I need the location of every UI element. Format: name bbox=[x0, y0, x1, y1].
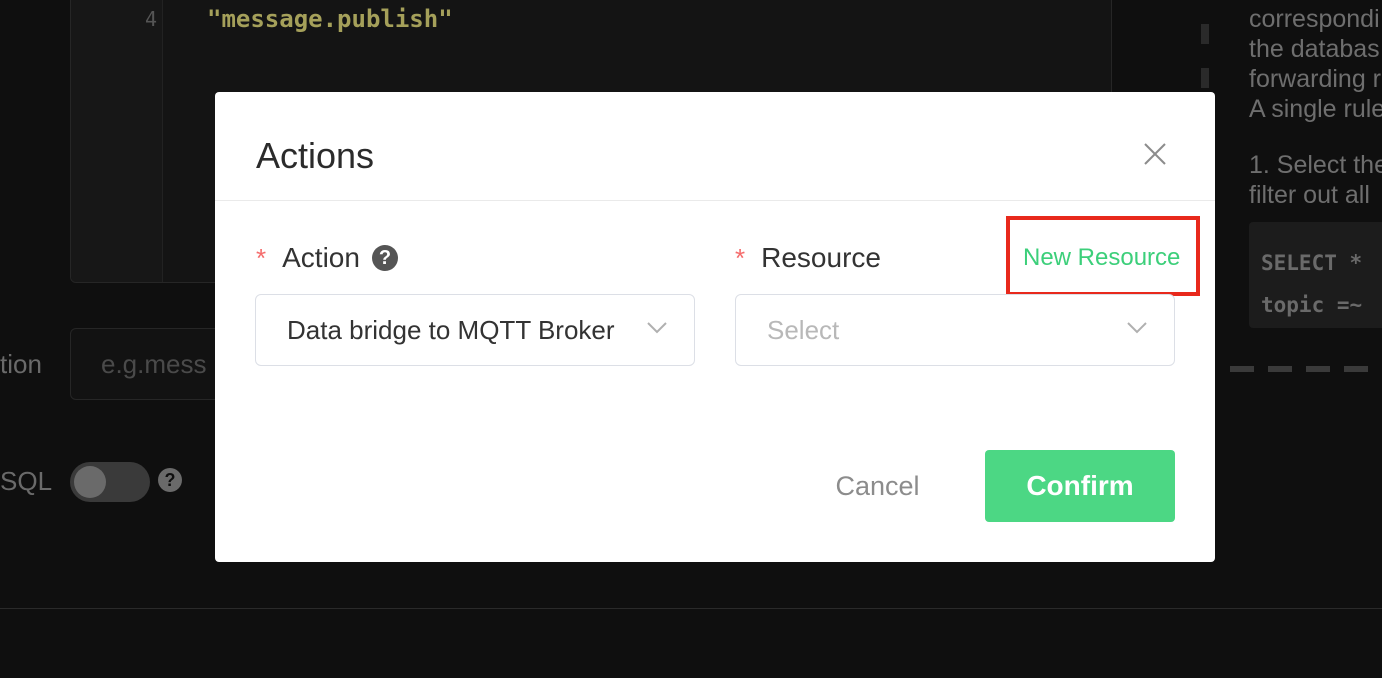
close-icon[interactable] bbox=[1141, 140, 1169, 168]
code-line-text: "message.publish" bbox=[207, 5, 453, 33]
chevron-down-icon bbox=[1127, 322, 1147, 334]
help-line: filter out all bbox=[1249, 181, 1370, 209]
dialog-title: Actions bbox=[256, 135, 375, 176]
help-line: correspondi bbox=[1249, 5, 1380, 33]
sql-toggle bbox=[70, 462, 150, 502]
required-mark: * bbox=[735, 243, 746, 273]
action-field-label: * Action ? bbox=[256, 242, 398, 274]
resource-select[interactable]: Select bbox=[735, 294, 1175, 366]
help-line: forwarding r bbox=[1249, 65, 1381, 93]
help-line: 1. Select the bbox=[1249, 151, 1382, 179]
highlight-annotation-box bbox=[1006, 216, 1200, 296]
footer-divider bbox=[0, 608, 1382, 609]
code-block-line: SELECT * bbox=[1261, 251, 1363, 275]
scroll-mark bbox=[1201, 24, 1209, 44]
code-line-number: 4 bbox=[144, 7, 157, 31]
code-block-line: topic =~ bbox=[1261, 293, 1363, 317]
resource-select-placeholder: Select bbox=[767, 314, 840, 345]
scroll-mark bbox=[1201, 68, 1209, 88]
cancel-button[interactable]: Cancel bbox=[805, 450, 950, 522]
dialog-header: Actions bbox=[215, 92, 1215, 201]
code-gutter bbox=[71, 0, 163, 282]
action-select[interactable]: Data bridge to MQTT Broker bbox=[255, 294, 695, 366]
help-line: A single rule bbox=[1249, 95, 1382, 123]
required-mark: * bbox=[256, 243, 267, 273]
question-icon[interactable]: ? bbox=[371, 245, 398, 271]
close-icon-svg bbox=[1144, 143, 1166, 165]
help-line bbox=[1249, 124, 1382, 150]
confirm-button[interactable]: Confirm bbox=[985, 450, 1175, 522]
sql-label: SQL bbox=[0, 466, 53, 496]
actions-dialog: Actions * Action ? Data bridge to MQTT B… bbox=[215, 92, 1215, 562]
resource-field-label: * Resource bbox=[735, 242, 881, 274]
toggle-knob bbox=[74, 466, 106, 498]
chevron-down-icon bbox=[647, 322, 667, 334]
action-label-text: Action bbox=[282, 242, 360, 273]
question-icon: ? bbox=[158, 468, 182, 492]
resource-label-text: Resource bbox=[761, 242, 881, 273]
dashed-divider bbox=[1230, 366, 1382, 372]
help-line: the databas bbox=[1249, 35, 1380, 63]
help-text: correspondi the databas forwarding r A s… bbox=[1249, 4, 1382, 210]
example-code-block: SELECT * topic =~ bbox=[1249, 222, 1382, 328]
action-select-value: Data bridge to MQTT Broker bbox=[287, 314, 615, 345]
condition-label: tion bbox=[0, 349, 42, 379]
